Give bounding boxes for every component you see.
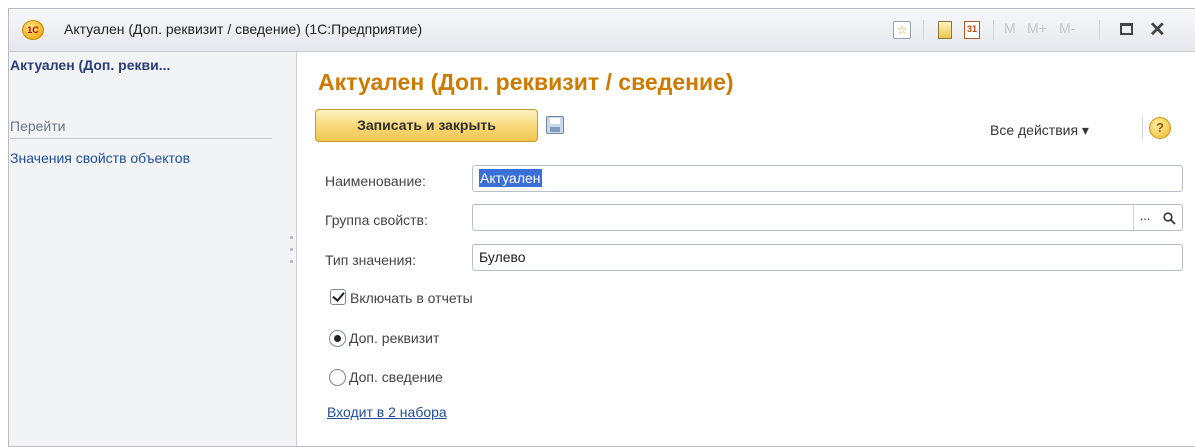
resize-handle[interactable] — [290, 260, 293, 263]
name-field[interactable]: Актуален — [472, 165, 1183, 192]
name-field-value: Актуален — [479, 169, 542, 187]
value-type-field[interactable]: Булево — [472, 244, 1183, 271]
choice-button[interactable]: ... — [1133, 205, 1156, 230]
all-actions-menu[interactable]: Все действия ▾ — [990, 122, 1089, 139]
page-title: Актуален (Доп. реквизит / сведение) — [318, 69, 734, 95]
resize-handle[interactable] — [290, 248, 293, 251]
calculator-icon[interactable] — [938, 21, 952, 39]
app-logo-icon: 1С — [22, 20, 44, 40]
radio-additional-attribute-label[interactable]: Доп. реквизит — [349, 330, 439, 346]
favorite-icon[interactable]: ☆ — [893, 21, 911, 39]
memory-plus-button[interactable]: M+ — [1027, 20, 1047, 36]
property-group-field[interactable]: ... — [472, 204, 1183, 231]
window-title: Актуален (Доп. реквизит / сведение) (1С:… — [64, 21, 423, 37]
navigation-panel — [9, 52, 297, 446]
memory-button[interactable]: M — [1004, 20, 1016, 36]
radio-additional-attribute[interactable] — [329, 330, 346, 347]
sets-link[interactable]: Входит в 2 набора — [327, 404, 447, 420]
value-type-label: Тип значения: — [325, 252, 416, 268]
include-in-reports-label[interactable]: Включать в отчеты — [350, 290, 473, 306]
sidebar-item-property-values[interactable]: Значения свойств объектов — [10, 150, 190, 166]
search-icon[interactable] — [1157, 205, 1182, 230]
property-group-label: Группа свойств: — [325, 212, 428, 228]
save-and-close-button[interactable]: Записать и закрыть — [315, 109, 538, 142]
toolbar-divider — [993, 20, 994, 40]
resize-handle[interactable] — [290, 236, 293, 239]
toolbar-divider — [1142, 116, 1143, 140]
sidebar-divider — [10, 138, 272, 139]
sidebar-title[interactable]: Актуален (Доп. рекви... — [10, 57, 170, 73]
toolbar-divider — [1099, 20, 1100, 40]
maximize-icon[interactable] — [1120, 23, 1133, 35]
title-bar: 1С Актуален (Доп. реквизит / сведение) (… — [9, 9, 1195, 52]
help-icon[interactable]: ? — [1149, 117, 1171, 139]
close-icon[interactable]: ✕ — [1149, 17, 1166, 42]
radio-additional-info-label[interactable]: Доп. сведение — [349, 369, 443, 385]
radio-additional-info[interactable] — [329, 369, 346, 386]
name-label: Наименование: — [325, 173, 426, 189]
save-icon[interactable] — [546, 116, 564, 134]
memory-minus-button[interactable]: M- — [1059, 20, 1075, 36]
include-in-reports-checkbox[interactable] — [330, 289, 346, 305]
toolbar-divider — [923, 20, 924, 40]
calendar-icon[interactable]: 31 — [964, 21, 980, 39]
sidebar-section-goto: Перейти — [10, 118, 66, 134]
